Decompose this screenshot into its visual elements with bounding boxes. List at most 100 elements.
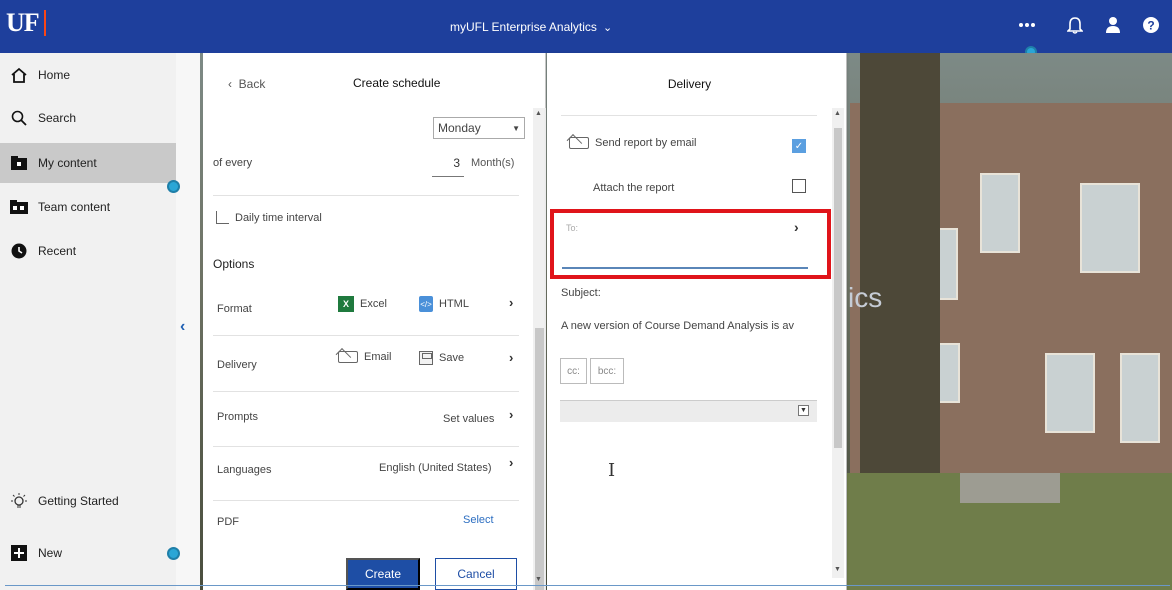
- nav-item-my-content[interactable]: My content: [0, 143, 176, 183]
- divider: [561, 115, 817, 116]
- home-icon: [10, 66, 28, 84]
- languages-label: Languages: [217, 464, 272, 476]
- envelope-icon: [569, 137, 589, 149]
- nav-item-team-content[interactable]: Team content: [0, 187, 176, 227]
- my-content-icon: [10, 154, 28, 172]
- format-excel: X Excel: [338, 296, 387, 312]
- bcc-button[interactable]: bcc:: [590, 358, 624, 384]
- subject-input[interactable]: A new version of Course Demand Analysis …: [561, 320, 821, 332]
- back-button[interactable]: ‹ Back: [228, 77, 265, 91]
- delivery-label: Delivery: [217, 359, 257, 371]
- create-schedule-panel: ‹ Back Create schedule Monday ▼ of every…: [203, 53, 546, 590]
- prompts-label: Prompts: [217, 411, 258, 423]
- body-format-select[interactable]: ▼: [560, 400, 817, 422]
- divider: [213, 335, 519, 336]
- top-bar: UF myUFL Enterprise Analytics ⌄ ?: [0, 0, 1172, 58]
- format-excel-label: Excel: [360, 298, 387, 310]
- send-email-label: Send report by email: [595, 137, 697, 149]
- format-chevron-icon[interactable]: ›: [509, 295, 513, 310]
- divider: [213, 391, 519, 392]
- nav-item-label: Search: [38, 111, 77, 125]
- recent-icon: [10, 242, 28, 260]
- dropdown-arrow-icon: ▼: [512, 123, 520, 133]
- back-label: Back: [238, 77, 266, 91]
- logo-accent: [44, 10, 46, 36]
- send-email-checkbox[interactable]: ✓: [792, 139, 806, 153]
- left-nav: Home Search My content Team content Rece…: [0, 53, 200, 590]
- bottom-border: [5, 585, 1170, 586]
- pointer-marker: [167, 547, 180, 560]
- team-content-icon: [10, 198, 28, 216]
- format-html-label: HTML: [439, 298, 469, 310]
- to-chevron-icon[interactable]: ›: [794, 219, 799, 235]
- nav-item-getting-started[interactable]: Getting Started: [0, 481, 176, 521]
- daily-interval-label: Daily time interval: [235, 211, 322, 224]
- delivery-panel: Delivery Send report by email ✓ Attach t…: [547, 53, 847, 590]
- schedule-scrollbar[interactable]: ▲ ▼: [533, 108, 546, 590]
- delivery-title: Delivery: [667, 77, 712, 91]
- app-switcher[interactable]: myUFL Enterprise Analytics ⌄: [450, 20, 612, 34]
- user-icon[interactable]: [1102, 14, 1124, 36]
- text-cursor-icon: I: [608, 460, 616, 481]
- checkbox-icon: [216, 211, 229, 224]
- interval-count-input[interactable]: 3: [432, 151, 464, 177]
- nav-item-search[interactable]: Search: [0, 98, 176, 138]
- cc-button[interactable]: cc:: [560, 358, 587, 384]
- format-html: </> HTML: [419, 296, 469, 312]
- prompts-chevron-icon[interactable]: ›: [509, 407, 513, 422]
- divider: [213, 500, 519, 501]
- delivery-save: Save: [419, 351, 464, 365]
- excel-icon: X: [338, 296, 354, 312]
- scroll-down-icon[interactable]: ▼: [834, 566, 841, 573]
- options-heading: Options: [213, 257, 255, 271]
- bell-icon[interactable]: [1064, 14, 1086, 36]
- pdf-label: PDF: [217, 516, 239, 528]
- daily-interval-checkbox[interactable]: Daily time interval: [216, 211, 322, 224]
- chevron-down-icon: ⌄: [602, 21, 613, 34]
- prompts-set-values[interactable]: Set values: [443, 413, 494, 425]
- nav-item-label: My content: [38, 156, 97, 170]
- envelope-icon: [338, 351, 358, 363]
- delivery-email: Email: [338, 351, 392, 363]
- app-title: myUFL Enterprise Analytics: [450, 20, 597, 34]
- pointer-marker: [167, 180, 180, 193]
- lightbulb-icon: [10, 492, 28, 510]
- nav-item-recent[interactable]: Recent: [0, 231, 176, 271]
- plus-icon: [10, 544, 28, 562]
- scroll-up-icon[interactable]: ▲: [535, 110, 542, 117]
- panel-title: Create schedule: [353, 76, 441, 90]
- nav-item-label: Team content: [38, 200, 111, 214]
- interval-unit-label: Month(s): [471, 157, 515, 169]
- nav-item-home[interactable]: Home: [0, 55, 176, 95]
- divider: [213, 195, 519, 196]
- delivery-save-label: Save: [439, 352, 465, 364]
- languages-chevron-icon[interactable]: ›: [509, 455, 513, 470]
- to-input-underline: [562, 267, 808, 269]
- more-icon[interactable]: [1016, 14, 1038, 36]
- delivery-email-label: Email: [364, 351, 392, 363]
- languages-value[interactable]: English (United States): [379, 462, 492, 474]
- delivery-chevron-icon[interactable]: ›: [509, 350, 513, 365]
- day-select[interactable]: Monday ▼: [433, 117, 525, 139]
- scroll-thumb[interactable]: [834, 128, 842, 448]
- scroll-thumb[interactable]: [535, 328, 544, 590]
- to-field-highlight[interactable]: To: ›: [550, 209, 831, 279]
- pdf-select-link[interactable]: Select: [463, 514, 494, 526]
- search-icon: [10, 109, 28, 127]
- delivery-scrollbar[interactable]: ▲ ▼: [832, 108, 844, 578]
- svg-text:?: ?: [1147, 19, 1154, 33]
- nav-item-label: Getting Started: [38, 494, 119, 508]
- scroll-down-icon[interactable]: ▼: [535, 576, 542, 583]
- scroll-up-icon[interactable]: ▲: [834, 110, 841, 117]
- collapse-nav-icon[interactable]: ‹: [180, 318, 185, 336]
- divider: [213, 446, 519, 447]
- subject-label: Subject:: [561, 287, 601, 299]
- nav-item-label: Home: [38, 68, 71, 82]
- attach-report-checkbox[interactable]: [792, 179, 806, 193]
- send-email-option: Send report by email: [569, 137, 697, 149]
- nav-item-new[interactable]: New: [0, 533, 176, 573]
- help-icon[interactable]: ?: [1140, 14, 1162, 36]
- uf-logo[interactable]: UF: [6, 8, 40, 38]
- html-icon: </>: [419, 296, 433, 312]
- nav-item-label: Recent: [38, 244, 77, 258]
